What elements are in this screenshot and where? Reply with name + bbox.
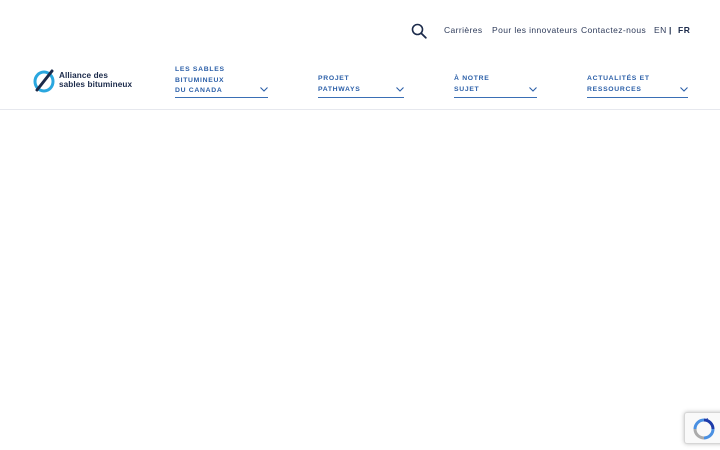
contact-link[interactable]: Contactez-nous (581, 25, 646, 35)
site-logo[interactable]: Alliance des sables bitumineux (33, 68, 143, 94)
recaptcha-badge[interactable] (684, 412, 720, 444)
chevron-down-icon (529, 87, 537, 92)
chevron-down-icon (680, 87, 688, 92)
nav-about-us[interactable]: À NOTRE SUJET (454, 74, 537, 98)
innovators-link[interactable]: Pour les innovateurs (492, 25, 578, 35)
logo-mark-icon (33, 69, 55, 93)
main-content (0, 111, 720, 450)
nav-label: LES SABLES BITUMINEUX DU CANADA (175, 66, 225, 94)
nav-label: ACTUALITÉS ET RESSOURCES (587, 75, 650, 93)
recaptcha-icon (693, 418, 715, 440)
language-en-link[interactable]: EN (654, 25, 667, 35)
nav-label: PROJET PATHWAYS (318, 75, 361, 93)
main-header: Alliance des sables bitumineux LES SABLE… (0, 60, 720, 110)
nav-label: À NOTRE SUJET (454, 75, 490, 93)
chevron-down-icon (260, 87, 268, 92)
nav-news-resources[interactable]: ACTUALITÉS ET RESSOURCES (587, 74, 688, 98)
search-icon[interactable] (411, 23, 427, 39)
careers-link[interactable]: Carrières (444, 25, 483, 35)
utility-bar: Carrières Pour les innovateurs Contactez… (0, 0, 720, 60)
language-separator: | (669, 25, 672, 35)
chevron-down-icon (396, 87, 404, 92)
nav-pathways-project[interactable]: PROJET PATHWAYS (318, 74, 404, 98)
logo-line-2: sables bitumineux (59, 80, 133, 89)
nav-oil-sands-canada[interactable]: LES SABLES BITUMINEUX DU CANADA (175, 65, 268, 98)
logo-wordmark: Alliance des sables bitumineux (59, 71, 132, 89)
logo-line-1: Alliance des (59, 71, 108, 80)
language-fr-link[interactable]: FR (678, 25, 690, 35)
